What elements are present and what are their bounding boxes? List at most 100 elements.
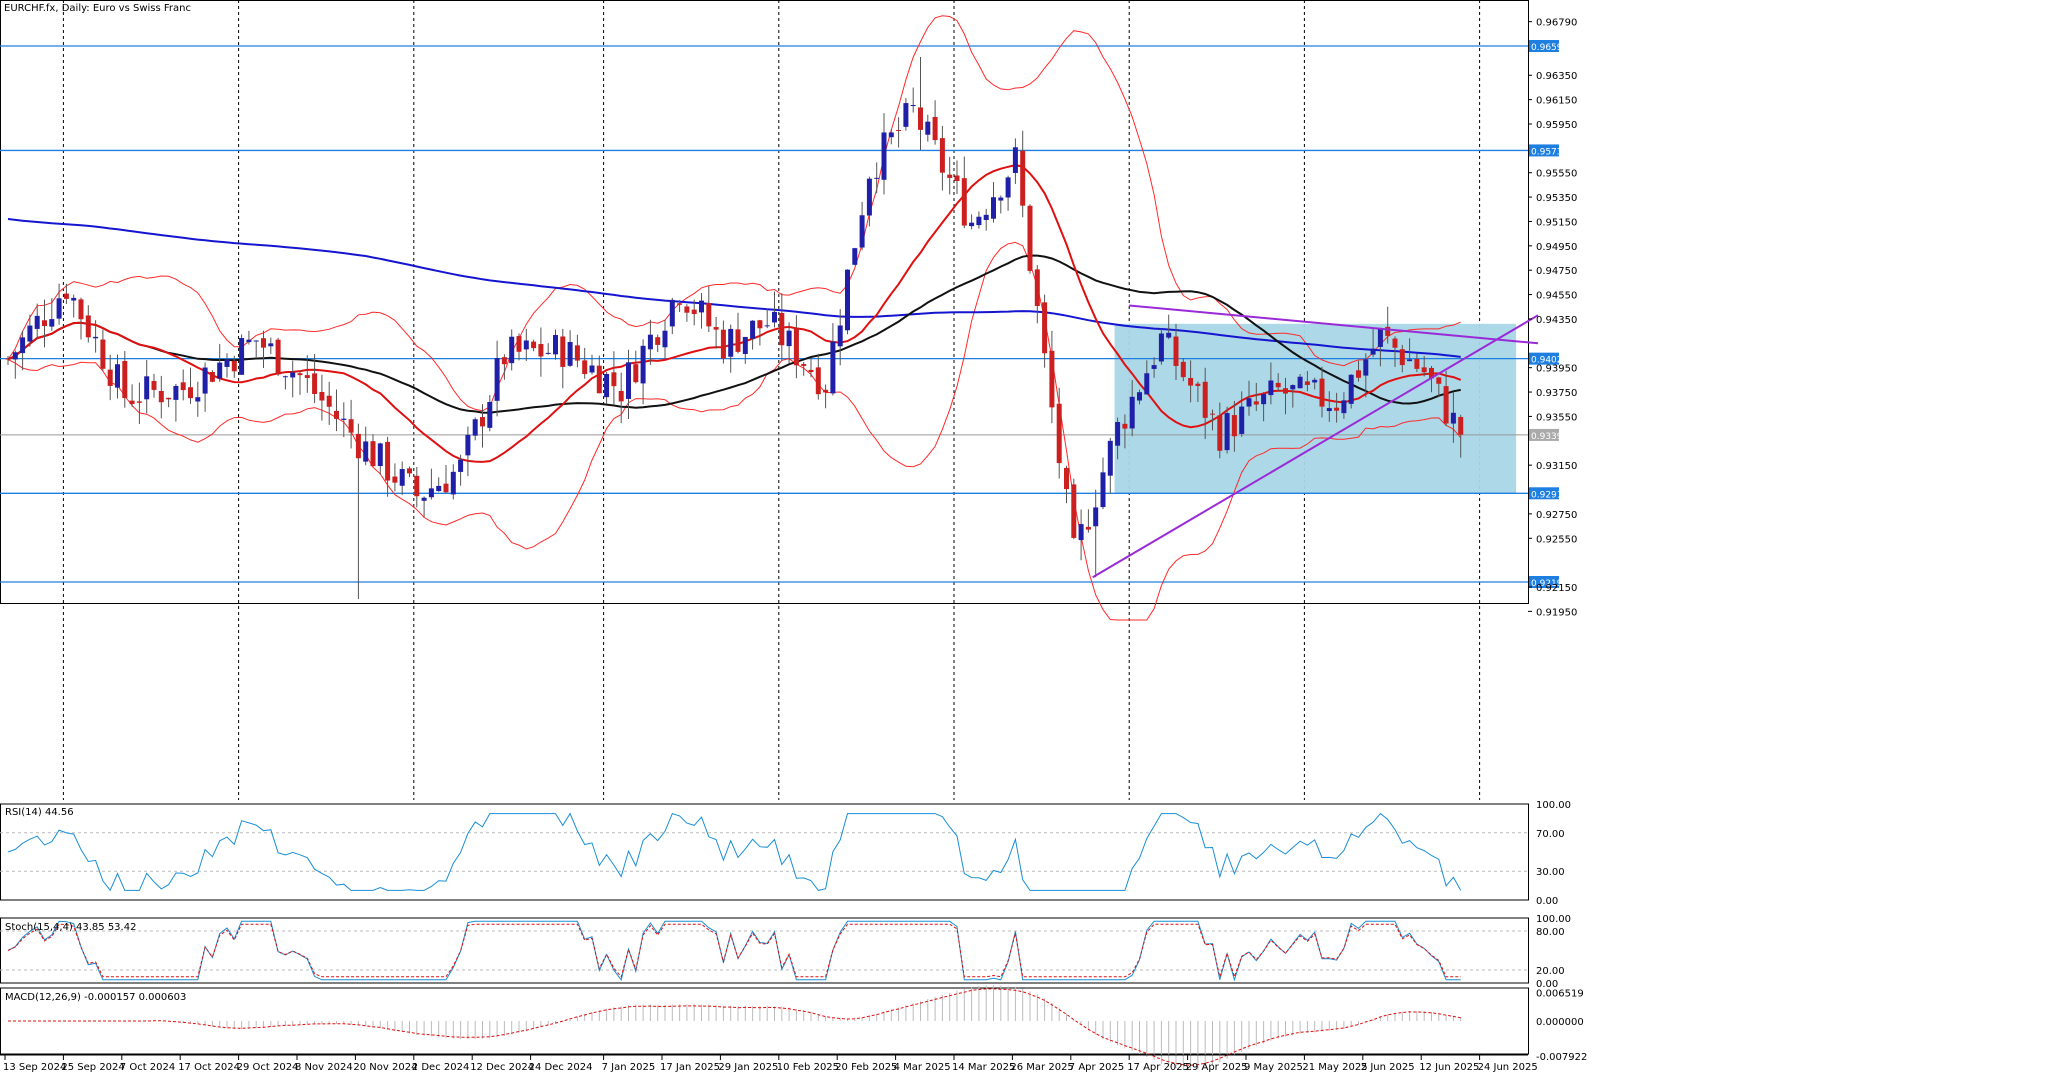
candle-body <box>1173 336 1179 366</box>
candle-body <box>42 320 47 327</box>
candle-body <box>896 129 902 131</box>
rsi-label: RSI(14) 44.56 <box>5 807 74 818</box>
candle-body <box>1312 379 1318 383</box>
candle-body <box>669 299 675 327</box>
candle-body <box>436 485 442 492</box>
candle-body <box>85 315 91 338</box>
candle-body <box>355 433 361 459</box>
candle-body <box>282 376 288 378</box>
y-tick-label: 0.95950 <box>1536 120 1577 131</box>
candle-body <box>1020 150 1026 206</box>
rsi-axis-label: 30.00 <box>1536 867 1565 878</box>
stoch-pane <box>0 917 1529 984</box>
candle-body <box>947 174 953 178</box>
candle-body <box>662 330 668 348</box>
chart-window[interactable]: 0.965900.957330.940240.929190.921910.933… <box>0 0 2056 1073</box>
candle-body <box>903 103 909 127</box>
candle-body <box>1421 367 1427 373</box>
candle-body <box>1210 413 1215 415</box>
candle-body <box>27 325 33 342</box>
x-tick-label: 24 Jun 2025 <box>1478 1062 1538 1073</box>
candle-body <box>523 340 529 350</box>
candle-body <box>136 401 142 403</box>
candle-body <box>246 339 252 343</box>
candle-body <box>239 338 245 375</box>
candle-body <box>487 401 493 428</box>
candle-body <box>655 337 661 345</box>
candle-body <box>100 339 106 369</box>
candle-body <box>312 373 318 394</box>
stoch-axis-label: 80.00 <box>1536 927 1565 938</box>
candle-body <box>589 365 595 373</box>
y-tick-label: 0.94950 <box>1536 242 1577 253</box>
candle-body <box>1261 394 1267 405</box>
y-tick-label: 0.93950 <box>1536 364 1577 375</box>
candle-body <box>1231 415 1237 437</box>
candle-body <box>1071 484 1077 538</box>
candle-body <box>1407 359 1413 362</box>
candle-body <box>370 441 376 467</box>
candle-body <box>728 328 734 357</box>
y-tick-label: 0.92750 <box>1536 510 1577 521</box>
candle-body <box>1268 380 1274 396</box>
candle-body <box>334 410 339 419</box>
candle-body <box>407 468 412 474</box>
candle-body <box>122 360 128 399</box>
candle-body <box>1137 392 1142 401</box>
candle-body <box>742 336 748 354</box>
candle-body <box>1363 359 1369 376</box>
price-level-text: 0.95733 <box>1531 147 1568 157</box>
candle-body <box>275 339 281 375</box>
x-tick-label: 2 Dec 2024 <box>412 1062 470 1073</box>
candle-body <box>450 471 456 495</box>
y-tick-label: 0.95350 <box>1536 193 1577 204</box>
candle-body <box>290 372 296 378</box>
candle-body <box>684 306 690 313</box>
candle-body <box>713 327 719 330</box>
candle-body <box>173 385 179 400</box>
y-tick-label: 0.94550 <box>1536 291 1577 302</box>
candle-body <box>1100 472 1106 508</box>
candle-body <box>852 248 858 265</box>
candle-body <box>399 469 405 486</box>
candle-body <box>1217 415 1223 451</box>
candle-body <box>735 329 741 352</box>
candle-body <box>348 419 354 433</box>
candle-body <box>604 373 610 398</box>
candle-body <box>706 303 712 327</box>
candle-body <box>1341 400 1347 414</box>
candle-body <box>231 360 237 372</box>
candle-body <box>640 345 646 384</box>
macd-label: MACD(12,26,9) -0.000157 0.000603 <box>5 992 186 1003</box>
macd-axis-label: -0.007922 <box>1536 1052 1587 1063</box>
candle-body <box>1377 329 1383 347</box>
candle-body <box>859 215 865 248</box>
candle-body <box>12 352 18 360</box>
x-tick-label: 26 Mar 2025 <box>1010 1062 1073 1073</box>
candle-body <box>180 382 186 391</box>
candle-body <box>326 395 332 407</box>
candle-body <box>1283 388 1288 394</box>
candle-body <box>786 330 792 347</box>
candle-body <box>1005 177 1011 198</box>
candle-body <box>377 443 383 467</box>
candle-body <box>78 299 84 320</box>
candle-body <box>750 320 756 339</box>
y-tick-label: 0.93750 <box>1536 388 1577 399</box>
candle-body <box>472 419 478 436</box>
candle-body <box>633 364 639 383</box>
x-tick-label: 14 Mar 2025 <box>952 1062 1015 1073</box>
candle-body <box>129 400 135 404</box>
candle-body <box>268 343 274 347</box>
candle-body <box>1122 423 1128 429</box>
candle-body <box>443 483 449 493</box>
candle-body <box>961 178 967 226</box>
x-tick-label: 24 Dec 2024 <box>529 1062 593 1073</box>
candle-body <box>998 197 1004 201</box>
y-tick-label: 0.92150 <box>1536 583 1577 594</box>
y-tick-label: 0.93550 <box>1536 412 1577 423</box>
candle-body <box>976 216 982 226</box>
candle-body <box>385 441 391 481</box>
y-tick-label: 0.92550 <box>1536 534 1577 545</box>
candle-body <box>874 177 880 179</box>
